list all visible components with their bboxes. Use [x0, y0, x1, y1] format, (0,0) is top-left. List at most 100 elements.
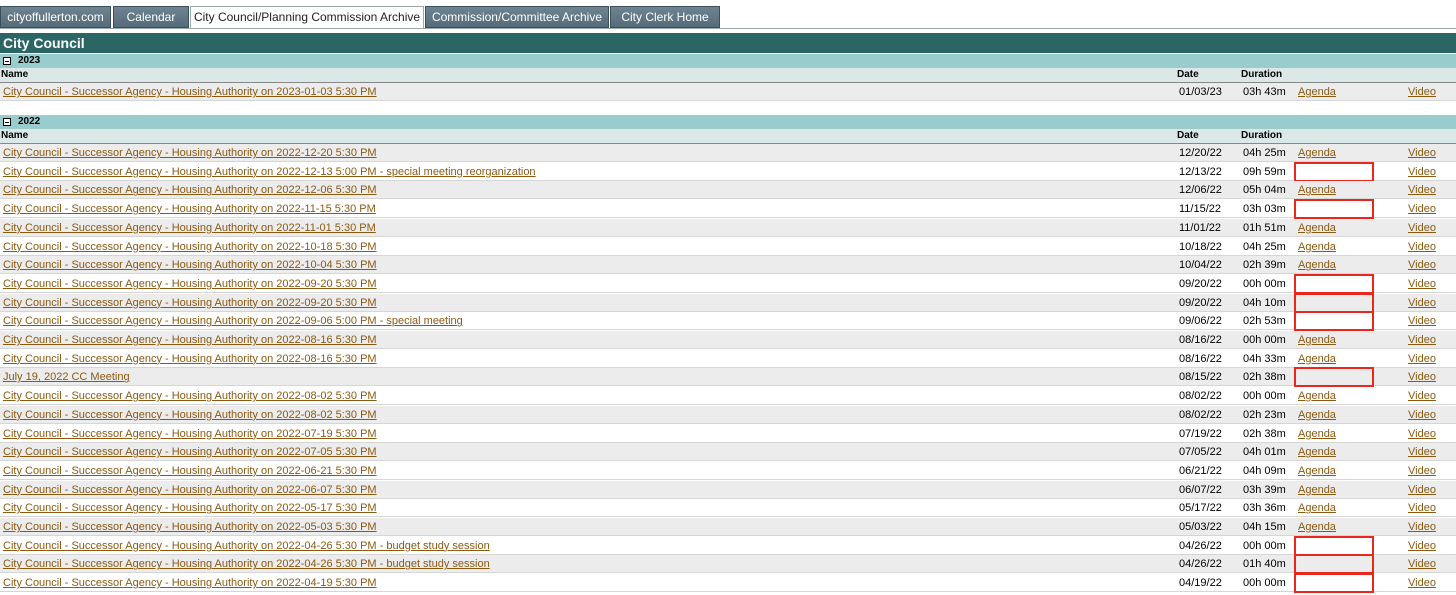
agenda-link[interactable]: Agenda — [1298, 425, 1336, 443]
agenda-link[interactable]: Agenda — [1298, 219, 1336, 237]
agenda-link[interactable]: Agenda — [1298, 144, 1336, 162]
video-link[interactable]: Video — [1408, 462, 1436, 480]
table-row: City Council - Successor Agency - Housin… — [0, 181, 1456, 200]
meeting-link[interactable]: City Council - Successor Agency - Housin… — [3, 443, 377, 461]
video-link[interactable]: Video — [1408, 425, 1436, 443]
meeting-link[interactable]: July 19, 2022 CC Meeting — [3, 368, 130, 386]
agenda-link[interactable]: Agenda — [1298, 256, 1336, 274]
meeting-duration: 09h 59m — [1243, 165, 1286, 178]
video-link[interactable]: Video — [1408, 238, 1436, 256]
meeting-duration: 02h 39m — [1243, 259, 1286, 272]
meeting-link[interactable]: City Council - Successor Agency - Housin… — [3, 555, 490, 573]
video-link[interactable]: Video — [1408, 181, 1436, 199]
meeting-link[interactable]: City Council - Successor Agency - Housin… — [3, 350, 377, 368]
tab-council-archive[interactable]: City Council/Planning Commission Archive — [190, 6, 424, 29]
meeting-date: 04/26/22 — [1179, 558, 1222, 571]
tab-city-clerk-home[interactable]: City Clerk Home — [610, 6, 720, 28]
meeting-duration: 01h 40m — [1243, 558, 1286, 571]
meeting-link[interactable]: City Council - Successor Agency - Housin… — [3, 331, 377, 349]
missing-agenda-highlight — [1294, 573, 1374, 594]
video-link[interactable]: Video — [1408, 518, 1436, 536]
meeting-date: 09/20/22 — [1179, 277, 1222, 290]
column-header-row: Name Date Duration — [0, 68, 1456, 83]
collapse-toggle-icon[interactable] — [3, 118, 11, 126]
meeting-link[interactable]: City Council - Successor Agency - Housin… — [3, 387, 377, 405]
tab-cityoffullerton[interactable]: cityoffullerton.com — [0, 6, 111, 28]
video-link[interactable]: Video — [1408, 443, 1436, 461]
video-link[interactable]: Video — [1408, 83, 1436, 101]
table-row: City Council - Successor Agency - Housin… — [0, 83, 1456, 101]
video-link[interactable]: Video — [1408, 312, 1436, 330]
video-link[interactable]: Video — [1408, 256, 1436, 274]
meeting-date: 10/04/22 — [1179, 259, 1222, 272]
tab-commission-archive[interactable]: Commission/Committee Archive — [425, 6, 609, 28]
agenda-link[interactable]: Agenda — [1298, 443, 1336, 461]
meeting-date: 09/06/22 — [1179, 315, 1222, 328]
meeting-link[interactable]: City Council - Successor Agency - Housin… — [3, 238, 377, 256]
meeting-link[interactable]: City Council - Successor Agency - Housin… — [3, 219, 376, 237]
missing-agenda-highlight — [1294, 311, 1374, 332]
agenda-link[interactable]: Agenda — [1298, 350, 1336, 368]
meeting-link[interactable]: City Council - Successor Agency - Housin… — [3, 518, 377, 536]
video-link[interactable]: Video — [1408, 350, 1436, 368]
agenda-link[interactable]: Agenda — [1298, 481, 1336, 499]
agenda-link[interactable]: Agenda — [1298, 238, 1336, 256]
meeting-duration: 04h 25m — [1243, 147, 1286, 159]
meeting-link[interactable]: City Council - Successor Agency - Housin… — [3, 256, 377, 274]
video-link[interactable]: Video — [1408, 163, 1436, 181]
meeting-link[interactable]: City Council - Successor Agency - Housin… — [3, 499, 377, 517]
column-header-duration: Duration — [1241, 69, 1283, 80]
meeting-link[interactable]: City Council - Successor Agency - Housin… — [3, 537, 490, 555]
meeting-link[interactable]: City Council - Successor Agency - Housin… — [3, 574, 377, 592]
meeting-duration: 02h 23m — [1243, 408, 1286, 421]
meeting-link[interactable]: City Council - Successor Agency - Housin… — [3, 312, 463, 330]
video-link[interactable]: Video — [1408, 275, 1436, 293]
year-label: 2023 — [18, 55, 41, 66]
agenda-link[interactable]: Agenda — [1298, 499, 1336, 517]
meeting-link[interactable]: City Council - Successor Agency - Housin… — [3, 406, 377, 424]
meeting-date: 08/16/22 — [1179, 352, 1222, 365]
year-group-header: 2023 — [0, 54, 1456, 68]
video-link[interactable]: Video — [1408, 144, 1436, 162]
video-link[interactable]: Video — [1408, 387, 1436, 405]
collapse-toggle-icon[interactable] — [3, 57, 11, 65]
column-header-date: Date — [1177, 130, 1199, 141]
meeting-duration: 00h 00m — [1243, 539, 1286, 552]
video-link[interactable]: Video — [1408, 219, 1436, 237]
table-row: City Council - Successor Agency - Housin… — [0, 518, 1456, 536]
video-link[interactable]: Video — [1408, 555, 1436, 573]
tab-calendar[interactable]: Calendar — [113, 6, 189, 28]
agenda-link[interactable]: Agenda — [1298, 462, 1336, 480]
meeting-link[interactable]: City Council - Successor Agency - Housin… — [3, 275, 377, 293]
video-link[interactable]: Video — [1408, 331, 1436, 349]
meeting-link[interactable]: City Council - Successor Agency - Housin… — [3, 200, 376, 218]
meeting-date: 09/20/22 — [1179, 296, 1222, 309]
meeting-link[interactable]: City Council - Successor Agency - Housin… — [3, 481, 377, 499]
video-link[interactable]: Video — [1408, 537, 1436, 555]
table-row: City Council - Successor Agency - Housin… — [0, 331, 1456, 349]
video-link[interactable]: Video — [1408, 481, 1436, 499]
table-row: City Council - Successor Agency - Housin… — [0, 199, 1456, 220]
video-link[interactable]: Video — [1408, 368, 1436, 386]
meeting-link[interactable]: City Council - Successor Agency - Housin… — [3, 181, 377, 199]
agenda-link[interactable]: Agenda — [1298, 331, 1336, 349]
agenda-link[interactable]: Agenda — [1298, 518, 1336, 536]
meeting-link[interactable]: City Council - Successor Agency - Housin… — [3, 294, 377, 312]
agenda-link[interactable]: Agenda — [1298, 83, 1336, 101]
video-link[interactable]: Video — [1408, 499, 1436, 517]
meeting-link[interactable]: City Council - Successor Agency - Housin… — [3, 462, 377, 480]
agenda-link[interactable]: Agenda — [1298, 406, 1336, 424]
meeting-link[interactable]: City Council - Successor Agency - Housin… — [3, 163, 536, 181]
meeting-link[interactable]: City Council - Successor Agency - Housin… — [3, 83, 377, 101]
meeting-link[interactable]: City Council - Successor Agency - Housin… — [3, 425, 377, 443]
agenda-link[interactable]: Agenda — [1298, 387, 1336, 405]
table-row: July 19, 2022 CC Meeting 08/15/22 02h 38m V… — [0, 367, 1456, 388]
tab-divider — [0, 28, 1456, 29]
agenda-link[interactable]: Agenda — [1298, 181, 1336, 199]
meeting-link[interactable]: City Council - Successor Agency - Housin… — [3, 144, 377, 162]
video-link[interactable]: Video — [1408, 294, 1436, 312]
video-link[interactable]: Video — [1408, 406, 1436, 424]
video-link[interactable]: Video — [1408, 574, 1436, 592]
tab-bar: cityoffullerton.com Calendar City Counci… — [0, 6, 1456, 29]
video-link[interactable]: Video — [1408, 200, 1436, 218]
